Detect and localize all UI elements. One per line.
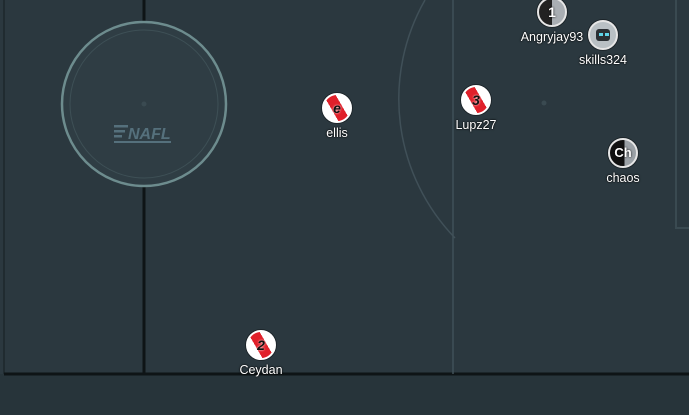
player-name: chaos: [606, 171, 640, 185]
player-badge: Ch: [614, 145, 632, 160]
player-disc: Ch: [608, 138, 638, 168]
robot-avatar-icon: [588, 20, 618, 50]
player-name: ellis: [326, 126, 348, 140]
logo-text: NAFL: [128, 126, 171, 143]
player-skills324[interactable]: skills324: [563, 20, 643, 67]
player-disc: 3: [461, 85, 491, 115]
player-ceydan[interactable]: 2 Ceydan: [221, 330, 301, 377]
pitch-outer-strip: [0, 374, 689, 415]
player-badge: e: [333, 100, 341, 116]
player-badge: 1: [548, 4, 556, 20]
player-disc: e: [322, 93, 352, 123]
player-badge: 3: [472, 92, 480, 108]
player-chaos[interactable]: Ch chaos: [583, 138, 663, 185]
player-lupz27[interactable]: 3 Lupz27: [436, 85, 516, 132]
player-name: Ceydan: [239, 363, 283, 377]
penalty-spot: [541, 100, 547, 106]
player-badge: 2: [257, 337, 265, 353]
player-ellis[interactable]: e ellis: [297, 93, 377, 140]
player-name: skills324: [579, 53, 627, 67]
player-disc: 2: [246, 330, 276, 360]
player-name: Lupz27: [455, 118, 497, 132]
center-spot: [141, 101, 147, 107]
